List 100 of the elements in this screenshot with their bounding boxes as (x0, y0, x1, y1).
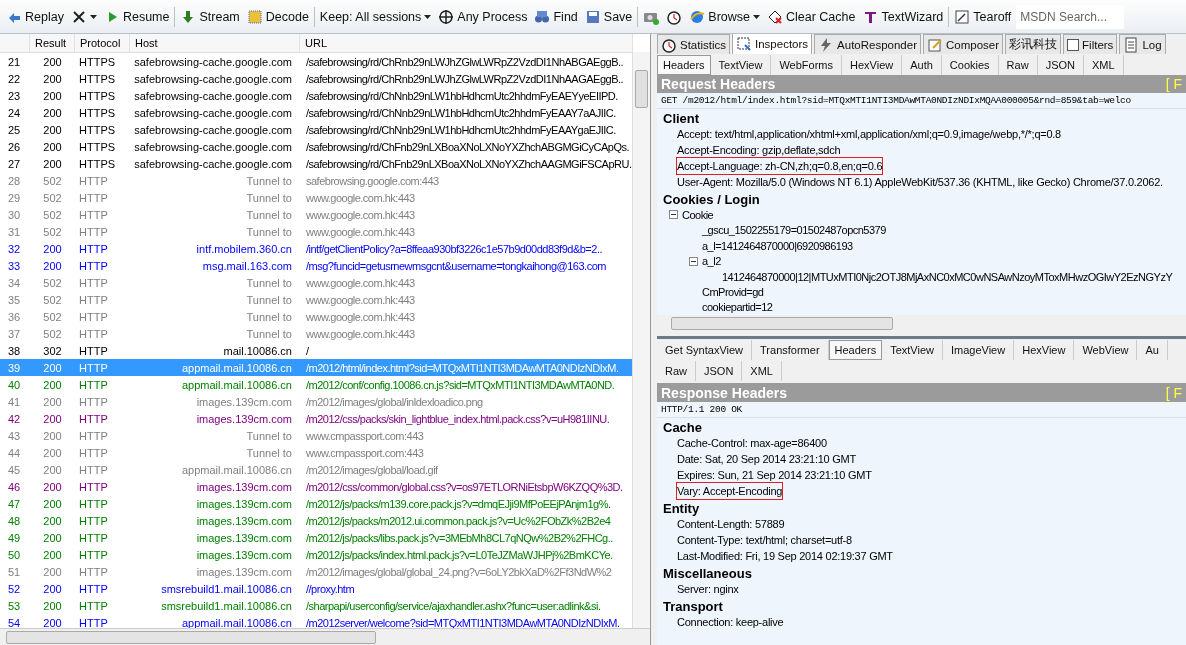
session-row[interactable]: 35 502 HTTP Tunnel to www.google.com.hk:443 (0, 291, 633, 308)
header-line: Expires: Sun, 21 Sep 2014 23:21:10 GMT (677, 468, 872, 483)
inspector-tab[interactable]: Headers (828, 340, 883, 360)
column-header[interactable]: Protocol (75, 34, 130, 52)
find-button[interactable]: Find (532, 6, 580, 27)
session-row[interactable]: 30 502 HTTP Tunnel to www.google.com.hk:443 (0, 206, 633, 223)
inspector-tab[interactable]: Raw (657, 361, 696, 381)
table-cell-text: //proxy.htm (305, 582, 356, 595)
inspector-tab[interactable]: ImageView (942, 340, 1015, 360)
process-button[interactable]: Any Process (436, 6, 530, 27)
main-tab[interactable]: Composer (923, 34, 1004, 54)
inspector-tab[interactable]: TextView (882, 340, 943, 360)
table-cell-text: 502 (42, 327, 63, 340)
session-row[interactable]: 53 200 HTTP smsrebuild1.mail.10086.cn /sharpapi/userconfig/service/ajaxhandler.ashx?func=user:adlink&si. (0, 597, 633, 614)
decode-button[interactable]: Decode (244, 6, 311, 27)
session-row[interactable]: 29 502 HTTP Tunnel to www.google.com.hk:443 (0, 189, 633, 206)
column-header[interactable]: Host (130, 34, 300, 52)
inspector-tab[interactable]: HexView (1014, 340, 1075, 360)
table-cell-text: www.google.com.hk:443 (305, 293, 416, 306)
session-row[interactable]: 25 200 HTTPS safebrowsing-cache.google.com /safebrowsing/rd/ChNnb29nLW1hbHdhcmUtc2hhdmFyEAAYgaEJIIC. (0, 121, 633, 138)
main-tab[interactable]: Statistics (657, 34, 730, 54)
session-row[interactable]: 51 200 HTTP images.139cm.com /m2012/images/global/global_24.png?v=6oLY2bkXaD%2Ff3NdW%2 (0, 563, 633, 580)
session-row[interactable]: 50 200 HTTP images.139cm.com /m2012/js/packs/index.html.pack.js?v=L0TeJZMaWJHPj%2BmKCYe. (0, 546, 633, 563)
cookie-entry: a_l=1412464870000|6920986193 (702, 239, 853, 252)
session-row[interactable]: 42 200 HTTP images.139cm.com /m2012/css/packs/skin_lightblue_index.html.pack.css?v=uH981IINU. (0, 410, 633, 427)
table-cell-text: www.google.com.hk:443 (305, 310, 416, 323)
column-header[interactable]: Result (30, 34, 75, 52)
wizard-button[interactable]: TextWizard (860, 6, 946, 27)
session-row[interactable]: 44 200 HTTP Tunnel to www.cmpassport.com:443 (0, 444, 633, 461)
session-row[interactable]: 43 200 HTTP Tunnel to www.cmpassport.com:443 (0, 427, 633, 444)
session-row[interactable]: 40 200 HTTP appmail.mail.10086.cn /m2012/conf/config.10086.cn.js?sid=MTQxMTI1NTI3MDAwMTA0ND. (0, 376, 633, 393)
table-cell-text: safebrowsing-cache.google.com (133, 123, 293, 136)
session-row[interactable]: 37 502 HTTP Tunnel to www.google.com.hk:443 (0, 325, 633, 342)
table-cell-text: 200 (42, 429, 63, 442)
session-row[interactable]: 34 502 HTTP Tunnel to www.google.com.hk:443 (0, 274, 633, 291)
collapse-toggle[interactable] (689, 256, 698, 266)
inspector-tab[interactable]: Au (1137, 340, 1168, 360)
browse-dropdown[interactable]: Browse (687, 6, 762, 27)
session-row[interactable]: 24 200 HTTPS safebrowsing-cache.google.com /safebrowsing/rd/ChNnb29nLW1hbHdhcmUtc2hhdmFyEAAY7aAJIIC. (0, 104, 633, 121)
resume-button[interactable]: Resume (101, 6, 172, 27)
session-row[interactable]: 28 502 HTTP Tunnel to safebrowsing.google.com:443 (0, 172, 633, 189)
table-cell-text: HTTP (78, 531, 109, 544)
session-row[interactable]: 23 200 HTTPS safebrowsing-cache.google.com /safebrowsing/rd/ChNnb29nLW1hbHdhcmUtc2hhdmFyEAEYyeEIIPD. (0, 87, 633, 104)
session-row[interactable]: 27 200 HTTPS safebrowsing-cache.google.com /safebrowsing/rd/ChFnb29nLXBoaXNoLXNoYXZhchAAGMGiFSCApRU. (0, 155, 633, 172)
session-row[interactable]: 33 200 HTTP msg.mail.163.com /msg?funcid=getusrnewmsgcnt&username=tongkaihong@163.com (0, 257, 633, 274)
scrollbar[interactable] (632, 52, 650, 629)
main-tab[interactable]: Log (1119, 34, 1166, 54)
session-row[interactable]: 26 200 HTTPS safebrowsing-cache.google.com /safebrowsing/rd/ChFnb29nLXBoaXNoLXNoYXZhchABGMGiCyCApQs. (0, 138, 633, 155)
table-cell-text: www.google.com.hk:443 (305, 225, 416, 238)
table-cell-text: HTTP (78, 446, 109, 459)
session-row[interactable]: 45 200 HTTP appmail.mail.10086.cn /m2012/images/global/load.gif (0, 461, 633, 478)
session-row[interactable]: 38 302 HTTP mail.10086.cn / (0, 342, 633, 359)
session-row[interactable]: 47 200 HTTP images.139cm.com /m2012/js/packs/m139.core.pack.js?v=dmqEJji9MfPoEEjPAnjm1g%. (0, 495, 633, 512)
clear-button[interactable]: Clear Cache (765, 6, 858, 27)
column-header[interactable]: URL (300, 34, 633, 52)
replay-button[interactable]: Replay (4, 6, 66, 27)
session-row[interactable]: 22 200 HTTPS safebrowsing-cache.google.com /safebrowsing/rd/ChRnb29nLWJhZGlwLWRpZ2VzdDI1NhAAGAEggB.. (0, 70, 633, 87)
table-cell-text: www.google.com.hk:443 (305, 208, 416, 221)
inspector-tab[interactable]: Transformer (752, 340, 829, 360)
session-row[interactable]: 36 502 HTTP Tunnel to www.google.com.hk:443 (0, 308, 633, 325)
inspector-tab[interactable]: JSON (696, 361, 743, 381)
session-row[interactable]: 48 200 HTTP images.139cm.com /m2012/js/packs/m2012.ui.common.pack.js?v=Uc%2FObZk%2B2e4 (0, 512, 633, 529)
group-heading: Entity (662, 500, 701, 516)
magnifier-icon (736, 35, 752, 52)
session-row[interactable]: 31 502 HTTP Tunnel to www.google.com.hk:443 (0, 223, 633, 240)
session-row[interactable]: 21 200 HTTPS safebrowsing-cache.google.com /safebrowsing/rd/ChRnb29nLWJhZGlwLWRpZ2VzdDI1NhABGAEggB.. (0, 53, 633, 70)
caret-icon (89, 14, 97, 19)
table-cell-text: /sharpapi/userconfig/service/ajaxhandler.ashx?func=user:adlink&si. (305, 599, 602, 612)
table-cell-text: safebrowsing.google.com:443 (305, 174, 440, 187)
table-cell-text: www.google.com.hk:443 (305, 327, 416, 340)
table-cell-text: www.google.com.hk:443 (305, 191, 416, 204)
inspector-tab[interactable]: XML (742, 361, 782, 381)
session-row[interactable]: 32 200 HTTP intf.mobilem.360.cn /intf/getClientPolicy?a=8ffeaa930bf3226c1e57b9d00dd83f9d&b=2.. (0, 240, 633, 257)
table-cell-text: images.139cm.com (195, 531, 293, 544)
save-button[interactable]: Save (582, 6, 635, 27)
session-row[interactable]: 46 200 HTTP images.139cm.com /m2012/css/common/global.css?v=os97ETLORNiEtsbpW6KZQQ%3D. (0, 478, 633, 495)
session-row[interactable]: 49 200 HTTP images.139cm.com /m2012/js/packs/libs.pack.js?v=3MEbMh8CL7qNQw%2B2%2FHCg.. (0, 529, 633, 546)
table-cell-text: 200 (42, 412, 63, 425)
table-cell-text: /m2012/html/index.html?sid=MTQxMTI1NTI3MDAwMTA0NDIzNDIxM. (305, 361, 620, 374)
table-cell-text: 51 (7, 565, 22, 578)
session-row[interactable]: 52 200 HTTP smsrebuild1.mail.10086.cn //proxy.htm (0, 580, 633, 597)
inspector-tab[interactable]: Get SyntaxView (657, 340, 753, 360)
main-tab[interactable]: Inspectors (732, 34, 813, 54)
request-line: GET /m2012/html/index.html?sid=MTQxMTI1NTI3MDAwMTA0NDIzNDIxMQAA000005&rnd=859&tab=welco (657, 93, 1186, 110)
inspector-tab[interactable]: Headers (657, 55, 711, 75)
search-field[interactable]: MSDN Search... (1016, 4, 1125, 29)
session-row[interactable]: 54 200 HTTP appmail.mail.10086.cn /m2012server/welcome?sid=MTQxMTI1NTI3MDAwMTA0NDIzNDIxM. (0, 614, 633, 628)
stream-button[interactable]: Stream (178, 6, 242, 27)
keep-dropdown[interactable]: Keep: All sessions (317, 7, 434, 26)
collapse-toggle[interactable] (669, 210, 678, 220)
main-tab[interactable]: Filters (1063, 34, 1118, 54)
scrollbar[interactable] (0, 628, 650, 645)
table-cell-text: HTTP (78, 429, 109, 442)
table-cell-text: appmail.mail.10086.cn (180, 361, 293, 374)
tearoff-button[interactable]: Tearoff (952, 6, 1014, 27)
session-row[interactable]: 41 200 HTTP images.139cm.com /m2012/images/global/inldexloadico.png (0, 393, 633, 410)
main-tab[interactable]: 彩讯科技 (1005, 34, 1062, 54)
binoculars-icon (534, 8, 551, 25)
inspector-tab[interactable]: WebView (1074, 340, 1138, 360)
main-tab[interactable]: AutoResponder (814, 34, 921, 54)
